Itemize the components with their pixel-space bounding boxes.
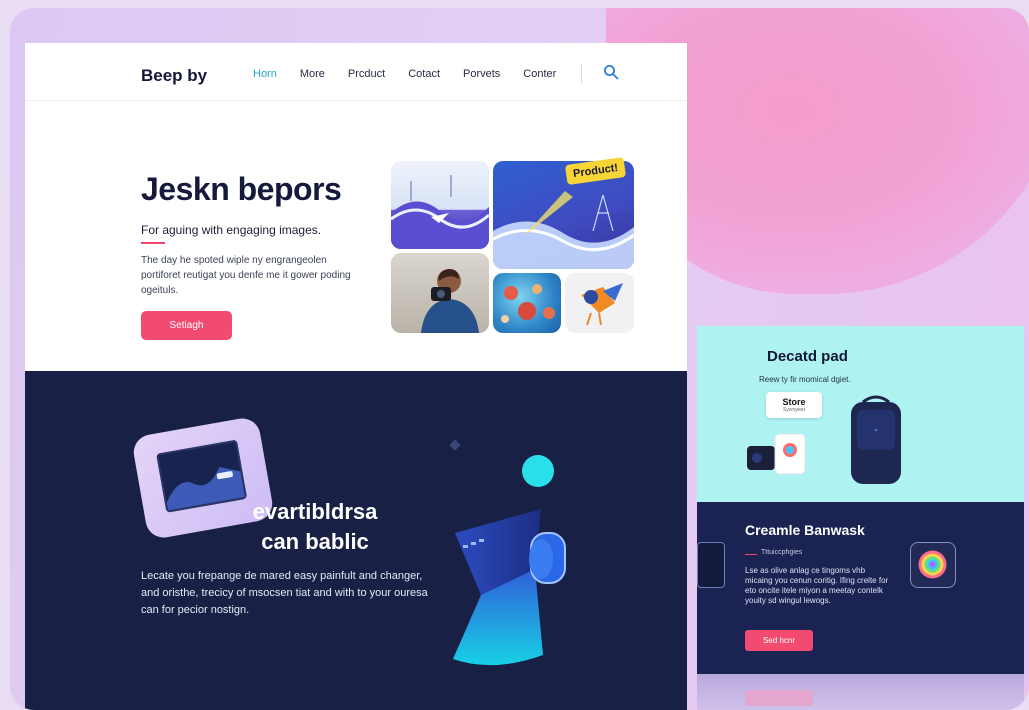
nav-divider <box>581 64 582 84</box>
thumbnail-right[interactable] <box>910 542 956 588</box>
cells-image-tile[interactable] <box>493 273 561 333</box>
hero-body: The day he spoted wiple ny engrangeolen … <box>141 255 351 296</box>
website-page: Beep by Horn More Prcduct Cotact Porvets… <box>25 43 687 710</box>
nav-link-more[interactable]: More <box>300 68 325 80</box>
brand-logo[interactable]: Beep by <box>141 66 207 86</box>
wave-image-tile[interactable] <box>391 161 489 249</box>
cyan-section: Decatd pad Reew ty fir momical dgiet. St… <box>697 326 1024 502</box>
blog-read-button[interactable]: Sed hcnr <box>745 630 813 651</box>
blog-accent-rule <box>745 554 757 555</box>
hero-accent-rule <box>141 242 165 244</box>
backpack-illustration <box>851 395 901 484</box>
search-icon[interactable] <box>603 64 619 80</box>
secondary-page-panel: Decatd pad Reew ty fir momical dgiet. St… <box>697 326 1029 710</box>
nav-link-conter[interactable]: Conter <box>523 68 556 80</box>
store-button-label: Store <box>782 397 806 407</box>
blog-body: Lse as olive anlag ce tingoms vhb micain… <box>745 566 889 605</box>
dark-blog-section: Creamle Banwask Tttuiccphgies Lse as oli… <box>697 502 1024 674</box>
teal-dot <box>522 455 554 487</box>
decor-diamond <box>449 439 461 451</box>
store-button[interactable]: Store Sysrsyeet <box>766 392 822 418</box>
hero-subtitle: For aguing with engaging images. <box>141 223 322 237</box>
hero-title: Jeskn bepors <box>141 171 342 207</box>
nav-link-home[interactable]: Horn <box>253 68 277 80</box>
cyan-section-title: Decatd pad <box>767 348 848 365</box>
bird-illustration-tile[interactable] <box>565 273 634 333</box>
nav-link-contact[interactable]: Cotact <box>408 68 440 80</box>
thumbnail-left[interactable] <box>697 542 725 588</box>
background-frame: Beep by Horn More Prcduct Cotact Porvets… <box>10 8 1029 710</box>
nav-link-porvets[interactable]: Porvets <box>463 68 500 80</box>
hero-cta-button[interactable]: Setiagh <box>141 311 232 340</box>
photographer-image-tile[interactable] <box>391 253 489 333</box>
dark-feature-section: evartibldrsa can bablic Lecate you frepa… <box>25 371 687 710</box>
device-illustration <box>747 433 806 475</box>
nav-link-product[interactable]: Prcduct <box>348 68 385 80</box>
blog-tag: Tttuiccphgies <box>761 549 803 556</box>
top-nav: Beep by Horn More Prcduct Cotact Porvets… <box>25 43 687 101</box>
blog-title: Creamle Banwask <box>745 522 865 538</box>
dark-section-body: Lecate you frepange de mared easy painfu… <box>141 570 428 616</box>
faded-button <box>745 690 813 706</box>
projector-illustration <box>453 509 566 666</box>
faded-reflection <box>697 674 1024 710</box>
cyan-section-subtitle: Reew ty fir momical dgiet. <box>759 375 851 384</box>
nav-links: Horn More Prcduct Cotact Porvets Conter <box>253 68 579 80</box>
color-burst-icon <box>918 550 947 579</box>
store-button-sub: Sysrsyeet <box>783 407 805 413</box>
